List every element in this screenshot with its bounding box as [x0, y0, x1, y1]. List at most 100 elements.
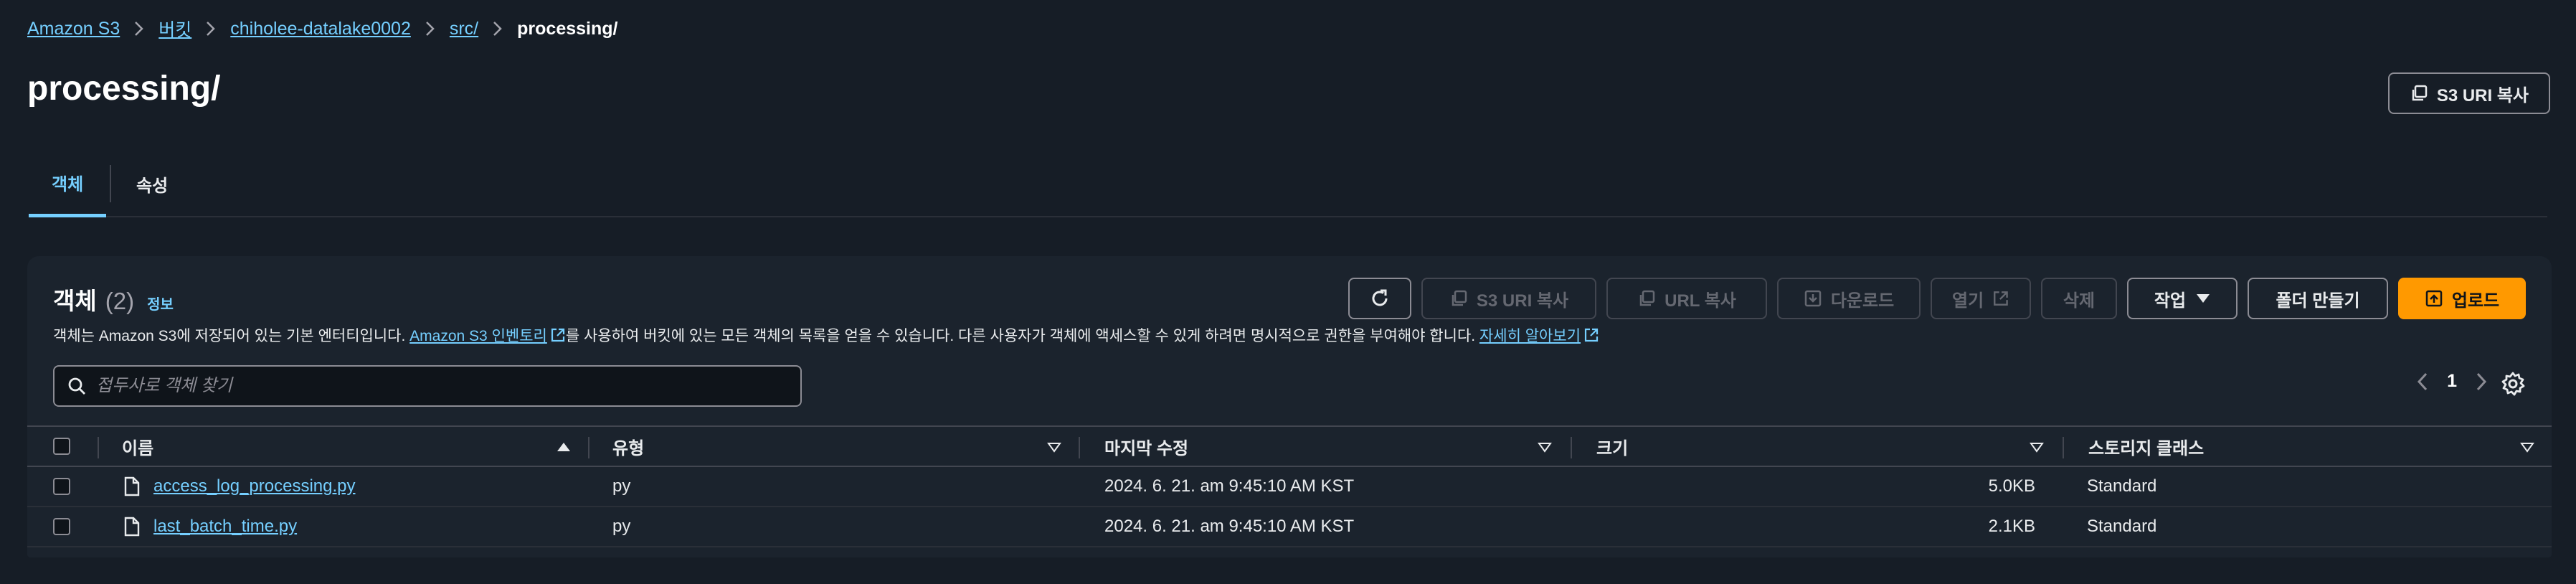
copy-url-button[interactable]: URL 복사: [1606, 278, 1767, 319]
open-label: 열기: [1952, 291, 1984, 311]
objects-toolbar: S3 URI 복사 URL 복사 다운로드 열기 삭제 작업 폴더 만들기 업로…: [1348, 278, 2526, 319]
modified-cell: 2024. 6. 21. am 9:45:10 AM KST: [1104, 517, 1355, 536]
external-link-icon: [1994, 291, 2008, 306]
storage-class-cell: Standard: [2087, 517, 2157, 536]
type-cell: py: [612, 517, 631, 536]
search-box: [53, 365, 802, 407]
chevron-right-icon[interactable]: [2476, 372, 2487, 392]
download-icon: [1804, 290, 1822, 307]
search-input[interactable]: [96, 376, 785, 396]
actions-dropdown[interactable]: 작업: [2127, 278, 2238, 319]
breadcrumb: Amazon S3 버킷 chiholee-datalake0002 src/ …: [27, 16, 618, 42]
breadcrumb-amazon-s3[interactable]: Amazon S3: [27, 19, 120, 39]
sort-icon[interactable]: [1538, 442, 1552, 453]
breadcrumb-buckets[interactable]: 버킷: [158, 16, 191, 42]
type-cell: py: [612, 476, 631, 496]
storage-class-cell: Standard: [2087, 476, 2157, 496]
download-button[interactable]: 다운로드: [1777, 278, 1921, 319]
desc-text-1: 객체는 Amazon S3에 저장되어 있는 기본 엔터티입니다.: [53, 328, 410, 344]
panel-title: 객체: [53, 288, 97, 314]
pagination: 1: [2417, 371, 2487, 392]
tab-objects[interactable]: 객체: [29, 151, 107, 217]
copy-s3-uri-button[interactable]: S3 URI 복사: [2387, 72, 2550, 114]
chevron-right-icon: [493, 21, 503, 37]
copy-s3-uri-label: S3 URI 복사: [2436, 85, 2529, 105]
delete-button[interactable]: 삭제: [2041, 278, 2117, 319]
chevron-left-icon[interactable]: [2417, 372, 2428, 392]
download-label: 다운로드: [1830, 291, 1895, 311]
column-divider: [1079, 437, 1080, 458]
upload-button[interactable]: 업로드: [2398, 278, 2526, 319]
panel-header: 객체 (2) 정보: [53, 282, 174, 316]
sort-icon[interactable]: [1047, 442, 1061, 453]
row-checkbox[interactable]: [53, 518, 70, 535]
copy-s3-uri-disabled-button[interactable]: S3 URI 복사: [1421, 278, 1596, 319]
create-folder-button[interactable]: 폴더 만들기: [2248, 278, 2388, 319]
sort-icon[interactable]: [2030, 442, 2044, 453]
breadcrumb-bucket-name[interactable]: chiholee-datalake0002: [230, 19, 411, 39]
object-name-link[interactable]: access_log_processing.py: [153, 476, 356, 496]
actions-label: 작업: [2154, 291, 2187, 311]
copy-icon: [2412, 85, 2428, 101]
row-select-cell: [53, 507, 70, 546]
column-divider: [588, 437, 589, 458]
name-cell: last_batch_time.py: [123, 507, 297, 546]
row-checkbox[interactable]: [53, 478, 70, 495]
name-cell: access_log_processing.py: [123, 467, 356, 506]
info-link[interactable]: 정보: [147, 293, 174, 314]
refresh-button[interactable]: [1348, 278, 1411, 319]
file-icon: [124, 476, 140, 496]
gear-icon[interactable]: [2500, 371, 2526, 397]
search-icon: [68, 377, 85, 395]
column-header-type[interactable]: 유형: [612, 427, 644, 466]
object-count: (2): [105, 288, 135, 314]
refresh-icon: [1372, 289, 1388, 306]
column-header-last-modified[interactable]: 마지막 수정: [1104, 427, 1188, 466]
external-link-icon: [1584, 328, 1599, 342]
copy-s3-uri-label: S3 URI 복사: [1476, 291, 1569, 311]
column-divider: [1571, 437, 1572, 458]
objects-panel: 객체 (2) 정보 객체는 Amazon S3에 저장되어 있는 기본 엔터티입…: [27, 256, 2552, 557]
table-row[interactable]: last_batch_time.py py 2024. 6. 21. am 9:…: [27, 507, 2552, 547]
external-link-icon: [551, 328, 564, 342]
object-name-link[interactable]: last_batch_time.py: [153, 517, 297, 537]
column-header-size[interactable]: 크기: [1596, 427, 1628, 466]
chevron-right-icon: [206, 21, 216, 37]
column-header-storage-class[interactable]: 스토리지 클래스: [2088, 427, 2204, 466]
sort-ascending-icon[interactable]: [557, 441, 571, 453]
objects-table: 이름 유형 마지막 수정 크기 스토리지 클래스 access_log_proc…: [27, 425, 2552, 547]
table-header: 이름 유형 마지막 수정 크기 스토리지 클래스: [27, 425, 2552, 467]
learn-more-link[interactable]: 자세히 알아보기: [1479, 328, 1581, 344]
open-button[interactable]: 열기: [1931, 278, 2031, 319]
copy-url-label: URL 복사: [1665, 291, 1736, 311]
inventory-link[interactable]: Amazon S3 인벤토리: [409, 328, 547, 344]
caret-down-icon: [2197, 294, 2210, 303]
column-header-name[interactable]: 이름: [122, 427, 153, 466]
file-icon: [124, 517, 140, 537]
copy-icon: [1452, 290, 1467, 306]
column-divider: [2063, 437, 2064, 458]
column-divider: [98, 437, 99, 458]
modified-cell: 2024. 6. 21. am 9:45:10 AM KST: [1104, 476, 1355, 496]
row-select-cell: [53, 467, 70, 506]
panel-description: 객체는 Amazon S3에 저장되어 있는 기본 엔터티입니다. Amazon…: [53, 324, 1599, 346]
page-title: processing/: [27, 70, 221, 108]
tab-bar: 객체 속성: [29, 151, 2547, 217]
size-cell: 2.1KB: [1988, 517, 2035, 536]
desc-text-2: 를 사용하여 버킷에 있는 모든 객체의 목록을 얻을 수 있습니다. 다른 사…: [565, 328, 1479, 344]
upload-icon: [2425, 290, 2443, 307]
breadcrumb-current: processing/: [517, 18, 618, 39]
tab-divider: [110, 165, 111, 202]
size-cell: 5.0KB: [1988, 476, 2035, 496]
select-all-cell: [53, 427, 70, 466]
select-all-checkbox[interactable]: [53, 438, 70, 455]
upload-label: 업로드: [2451, 291, 2500, 311]
sort-icon[interactable]: [2520, 442, 2534, 453]
copy-icon: [1639, 290, 1655, 306]
breadcrumb-src[interactable]: src/: [450, 19, 478, 39]
chevron-right-icon: [425, 21, 435, 37]
table-row[interactable]: access_log_processing.py py 2024. 6. 21.…: [27, 467, 2552, 507]
page-number[interactable]: 1: [2447, 371, 2457, 392]
chevron-right-icon: [134, 21, 144, 37]
tab-properties[interactable]: 속성: [136, 151, 168, 217]
